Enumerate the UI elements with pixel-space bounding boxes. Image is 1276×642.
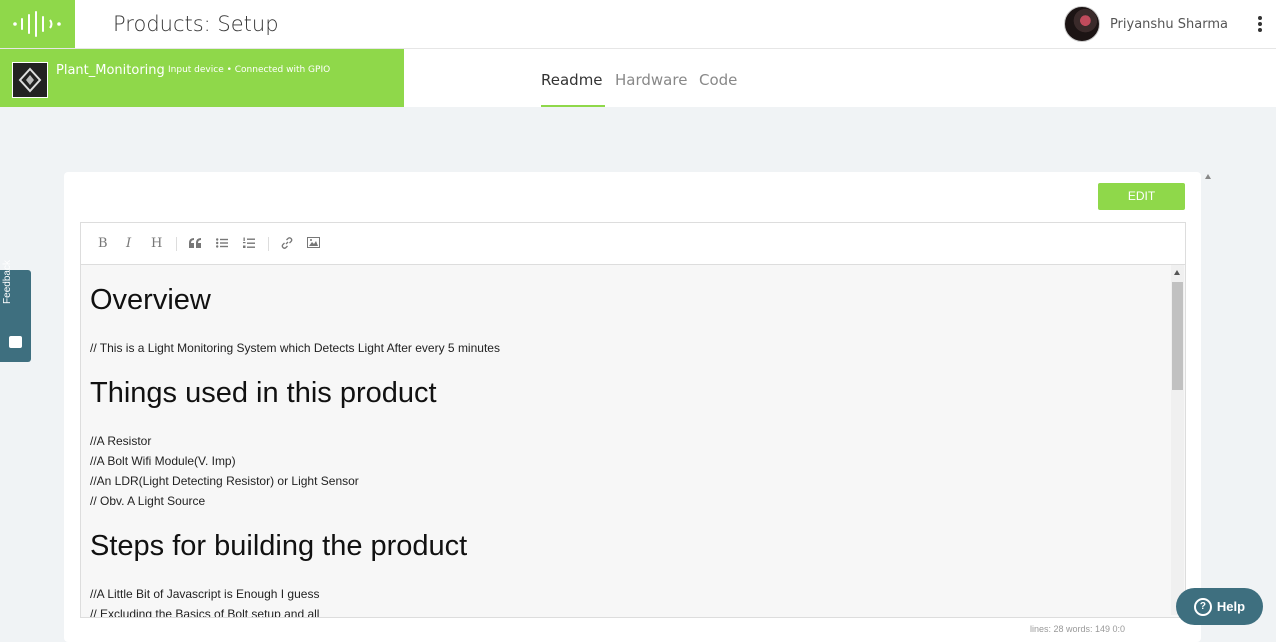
list-item: //A Little Bit of Javascript is Enough I…	[90, 587, 320, 601]
list-item: //A Resistor	[90, 434, 152, 448]
device-thumbnail	[12, 62, 48, 98]
feedback-label: Feedback	[2, 260, 13, 304]
scroll-up-arrow-icon[interactable]	[1174, 270, 1180, 275]
scroll-up-arrow-icon[interactable]	[1205, 174, 1211, 179]
overview-text: // This is a Light Monitoring System whi…	[90, 341, 500, 355]
user-name: Priyanshu Sharma	[1109, 16, 1228, 32]
feedback-tab[interactable]: Feedback	[0, 260, 31, 362]
editor-statusbar: lines: 28 words: 149 0:0	[1030, 624, 1126, 634]
bullet-list-icon[interactable]	[216, 238, 228, 248]
device-info: Input device • Connected with GPIO	[168, 65, 331, 75]
tab-hardware[interactable]: Hardware	[615, 71, 687, 89]
numbered-list-icon[interactable]	[243, 237, 255, 249]
logo[interactable]	[0, 0, 75, 48]
chat-icon	[9, 336, 22, 348]
toolbar-divider	[176, 237, 177, 251]
top-bar: Products: Setup Priyanshu Sharma	[0, 0, 1276, 49]
more-options-icon[interactable]	[1258, 16, 1262, 34]
tab-readme[interactable]: Readme	[541, 71, 603, 89]
list-item: // Excluding the Basics of Bolt setup an…	[90, 607, 320, 618]
tabs: Readme Hardware Code	[404, 49, 1276, 107]
edit-button[interactable]: EDIT	[1098, 183, 1185, 210]
help-label: Help	[1216, 599, 1246, 614]
user-menu[interactable]: Priyanshu Sharma	[1063, 6, 1228, 42]
toolbar-divider	[268, 237, 269, 251]
image-icon[interactable]	[307, 237, 320, 248]
device-bar: Plant_Monitoring Input device • Connecte…	[0, 49, 404, 107]
markdown-editor[interactable]: Overview // This is a Light Monitoring S…	[80, 264, 1186, 618]
avatar[interactable]	[1063, 6, 1100, 42]
soundwave-logo-icon	[13, 11, 61, 37]
heading-things-used: Things used in this product	[90, 377, 437, 409]
editor-scrollbar[interactable]	[1171, 265, 1184, 615]
device-image-icon	[18, 67, 42, 93]
editor-toolbar: B I H	[80, 222, 1186, 265]
question-icon: ?	[1193, 597, 1212, 616]
italic-button[interactable]: I	[126, 236, 131, 251]
heading-button[interactable]: H	[151, 236, 162, 251]
heading-overview: Overview	[90, 284, 211, 316]
bold-button[interactable]: B	[98, 236, 108, 251]
quote-icon[interactable]	[189, 238, 201, 248]
page-title: Products: Setup	[113, 12, 279, 36]
device-name: Plant_Monitoring	[56, 63, 165, 78]
heading-steps: Steps for building the product	[90, 530, 468, 562]
scrollbar-thumb[interactable]	[1172, 282, 1183, 390]
list-item: //A Bolt Wifi Module(V. Imp)	[90, 454, 236, 468]
help-button[interactable]: ? Help	[1176, 588, 1263, 625]
list-item: // Obv. A Light Source	[90, 494, 206, 508]
list-item: //An LDR(Light Detecting Resistor) or Li…	[90, 474, 359, 488]
link-icon[interactable]	[281, 237, 293, 249]
active-tab-indicator	[541, 105, 605, 107]
tab-code[interactable]: Code	[699, 71, 737, 89]
